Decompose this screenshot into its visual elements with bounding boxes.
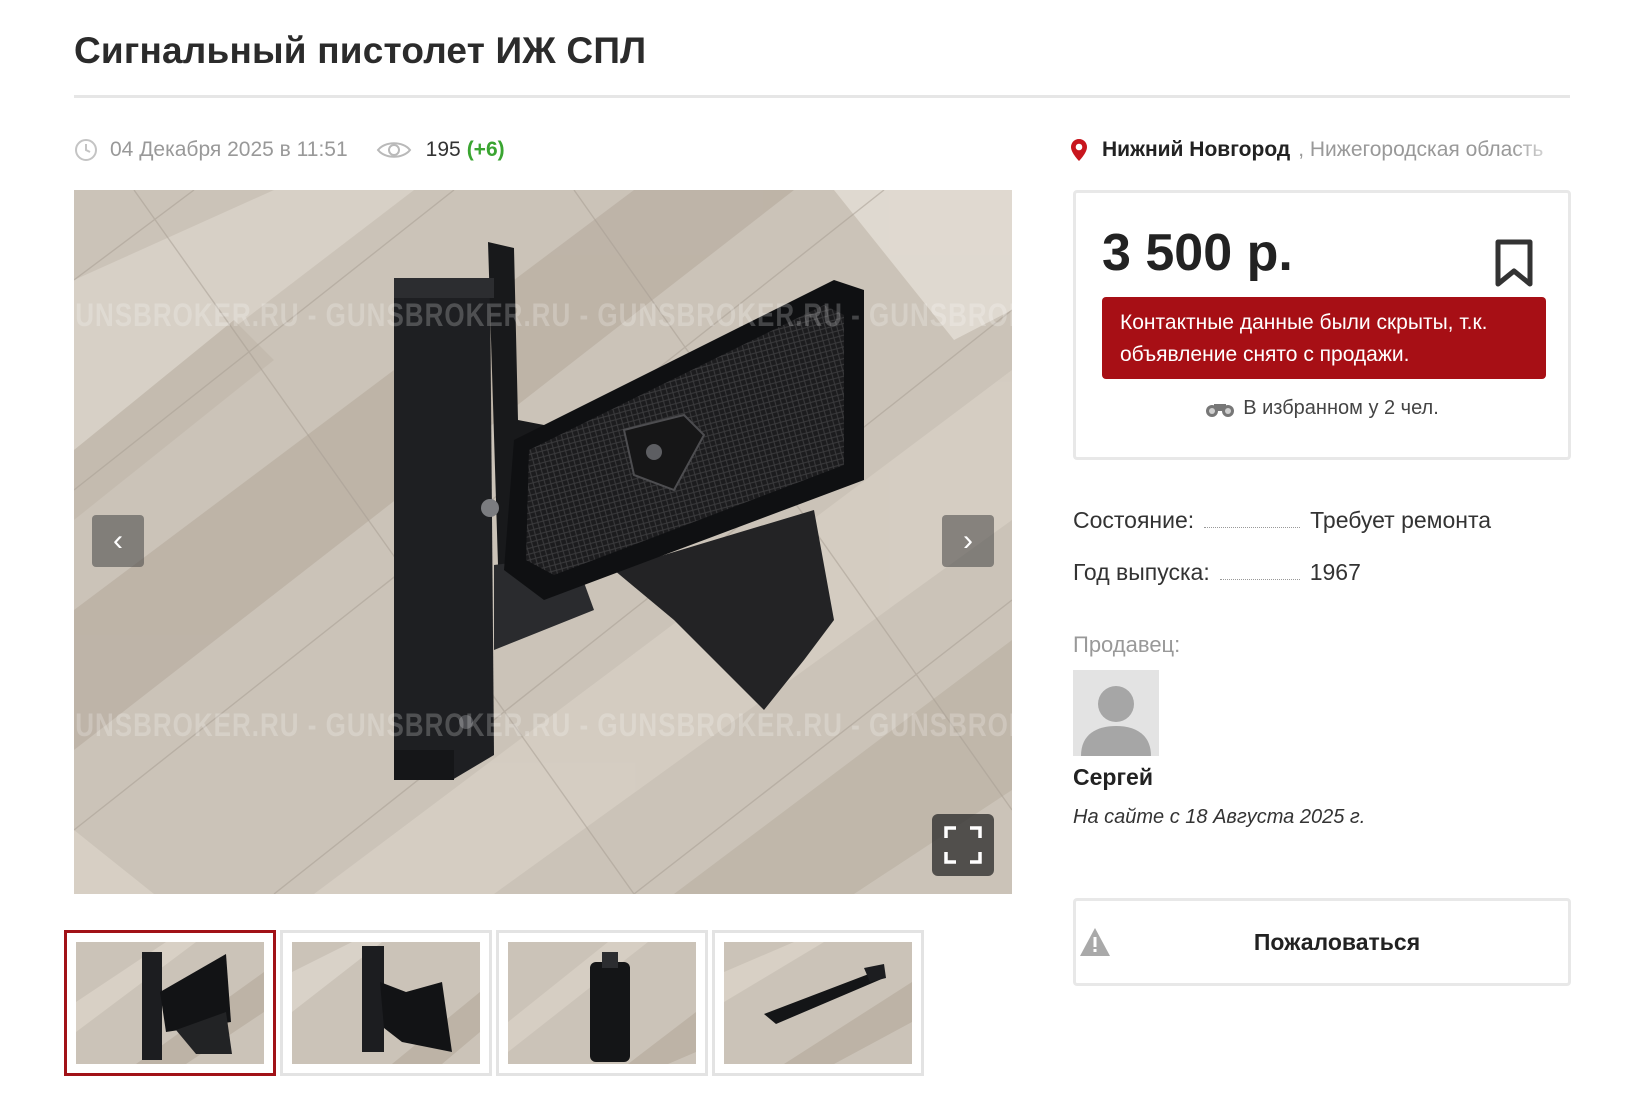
thumbnail-image <box>76 942 264 1064</box>
thumbnail-4[interactable] <box>712 930 924 1076</box>
thumbnail-1[interactable] <box>64 930 276 1076</box>
thumbnail-image <box>292 942 480 1064</box>
year-value: 1967 <box>1309 559 1361 585</box>
location-city: Нижний Новгород <box>1102 138 1291 161</box>
chevron-right-icon: › <box>963 524 973 557</box>
gallery-next-button[interactable]: › <box>942 515 994 567</box>
publish-date: 04 Декабря 2025 в 11:51 <box>110 138 348 161</box>
title-divider <box>74 95 1570 98</box>
listing-meta: 04 Декабря 2025 в 11:51 195 (+6) <box>74 133 505 167</box>
watermark-bottom: GUNSBROKER.RU - GUNSBROKER.RU - GUNSBROK… <box>74 706 1012 744</box>
fullscreen-button[interactable] <box>932 814 994 876</box>
page-title: Сигнальный пистолет ИЖ СПЛ <box>74 30 647 71</box>
seller-since: На сайте с 18 Августа 2025 г. <box>1073 806 1366 828</box>
condition-value: Требует ремонта <box>1310 507 1492 533</box>
clock-icon <box>75 139 97 161</box>
complain-button[interactable]: Пожаловаться <box>1073 898 1571 986</box>
bookmark-icon[interactable] <box>1494 239 1534 287</box>
price: 3 500 р. <box>1102 224 1293 282</box>
watermark-top: GUNSBROKER.RU - GUNSBROKER.RU - GUNSBROK… <box>74 296 1012 334</box>
views-delta: (+6) <box>466 138 505 161</box>
main-photo[interactable]: GUNSBROKER.RU - GUNSBROKER.RU - GUNSBROK… <box>74 190 1012 894</box>
param-condition: Состояние: Требует ремонта <box>1073 507 1491 534</box>
complain-label: Пожаловаться <box>1253 928 1421 955</box>
thumbnail-3[interactable] <box>496 930 708 1076</box>
gallery-prev-button[interactable]: ‹ <box>92 515 144 567</box>
contacts-hidden-notice: Контактные данные были скрыты, т.к. объя… <box>1102 297 1546 379</box>
map-pin-icon <box>1071 139 1087 161</box>
chevron-left-icon: ‹ <box>113 524 123 557</box>
thumbnail-strip <box>64 930 928 1076</box>
thumbnail-2[interactable] <box>280 930 492 1076</box>
leader-dots <box>1219 579 1300 580</box>
favorites-text: В избранном у 2 чел. <box>1243 397 1439 419</box>
seller-label: Продавец: <box>1073 632 1181 657</box>
leader-dots <box>1204 527 1301 528</box>
fullscreen-icon <box>944 826 982 864</box>
avatar-placeholder-icon <box>1073 670 1159 756</box>
eye-icon <box>376 142 411 158</box>
seller-avatar[interactable] <box>1073 670 1159 756</box>
location[interactable]: Нижний Новгород , Нижегородская область <box>1070 133 1570 167</box>
condition-label: Состояние: <box>1073 507 1195 533</box>
warning-icon <box>1080 928 1110 956</box>
param-year: Год выпуска: 1967 <box>1073 559 1361 586</box>
favorites-count: В избранном у 2 чел. <box>1076 397 1568 420</box>
binoculars-icon <box>1206 403 1235 417</box>
thumbnail-image <box>724 942 912 1064</box>
thumbnail-image <box>508 942 696 1064</box>
year-label: Год выпуска: <box>1073 559 1210 585</box>
location-region: , Нижегородская область <box>1298 138 1544 161</box>
views-count: 195 <box>425 138 461 161</box>
seller-name[interactable]: Сергей <box>1073 764 1153 791</box>
price-card: 3 500 р. Контактные данные были скрыты, … <box>1073 190 1571 460</box>
